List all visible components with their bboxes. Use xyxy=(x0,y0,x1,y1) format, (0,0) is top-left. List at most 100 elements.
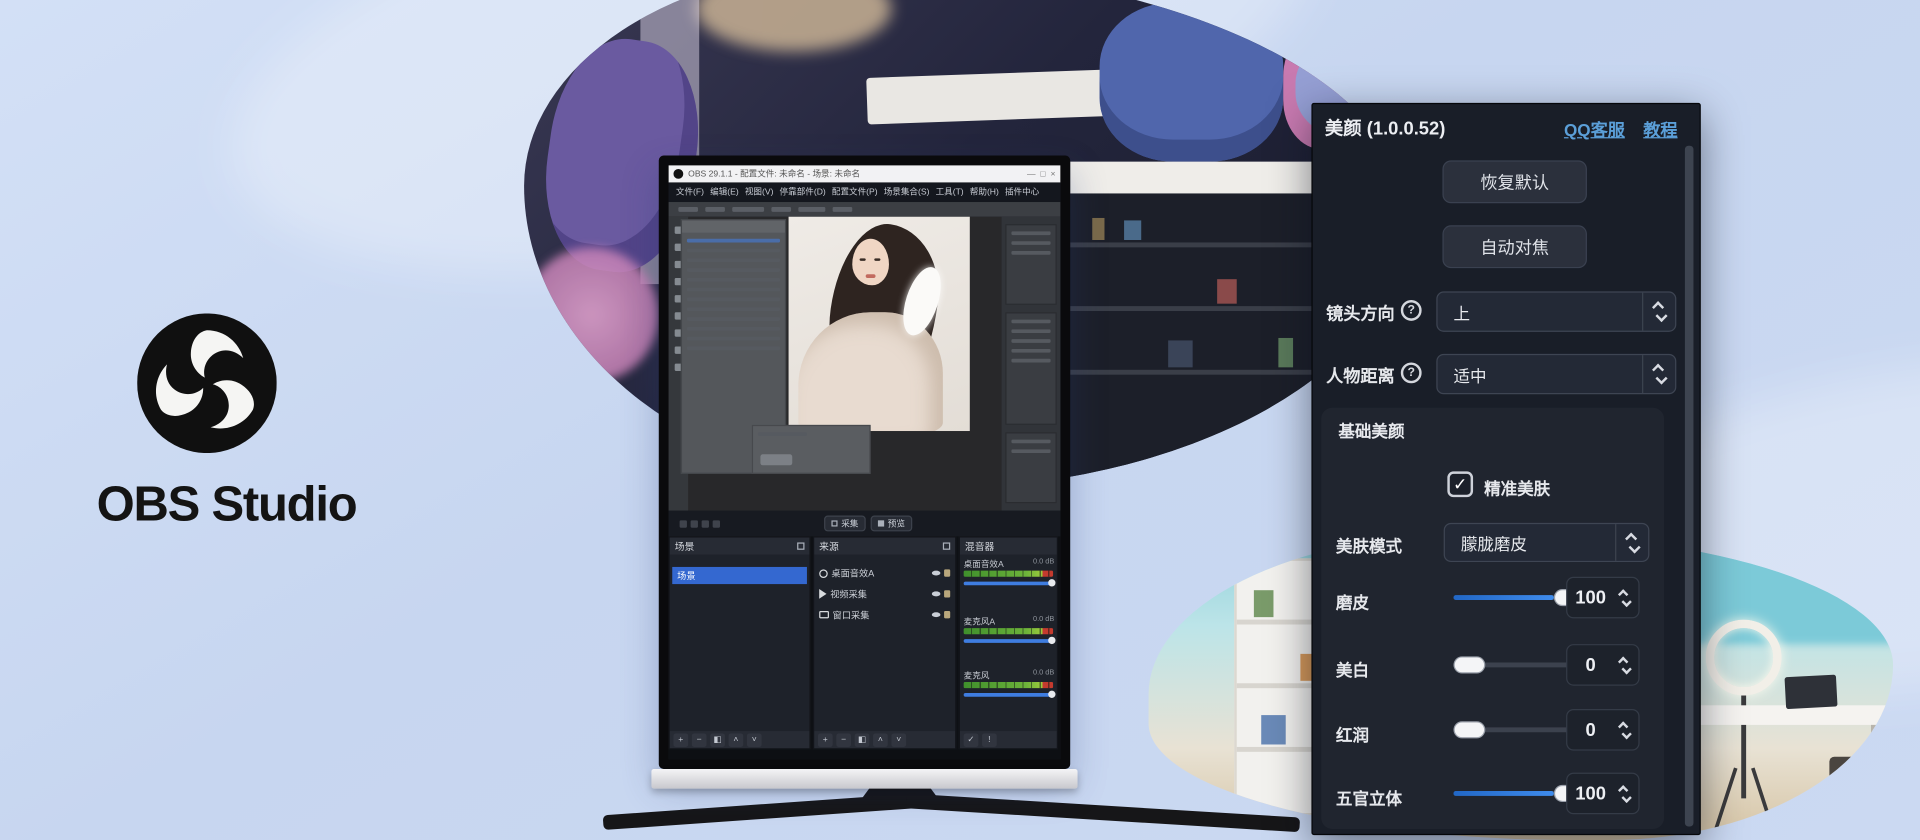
scene-down-button[interactable]: ˅ xyxy=(747,733,762,746)
select-spinner[interactable] xyxy=(1642,355,1675,393)
basic-beauty-section-title: 基础美颜 xyxy=(1338,418,1404,442)
source-down-button[interactable]: ˅ xyxy=(891,733,906,746)
remove-scene-button[interactable]: − xyxy=(692,733,707,746)
menu-scene-collection[interactable]: 场景集合(S) xyxy=(884,186,930,198)
restore-default-button[interactable]: 恢复默认 xyxy=(1442,160,1586,203)
autofocus-button[interactable]: 自动对焦 xyxy=(1442,225,1586,268)
visibility-eye-icon[interactable] xyxy=(932,571,941,576)
mixer-channel-name: 麦克风 xyxy=(964,670,990,682)
source-label: 视频采集 xyxy=(830,587,867,600)
smoothing-label: 磨皮 xyxy=(1336,589,1369,613)
slider-handle[interactable] xyxy=(1453,656,1485,673)
facial-depth-value-box[interactable]: 100 xyxy=(1566,773,1639,815)
smoothing-value-box[interactable]: 100 xyxy=(1566,577,1639,619)
minimize-button[interactable]: — xyxy=(1027,170,1036,179)
qq-support-link[interactable]: QQ客服 xyxy=(1564,118,1625,142)
mixer-edit-button[interactable]: ✓ xyxy=(964,733,979,746)
select-spinner[interactable] xyxy=(1615,524,1648,561)
camera-direction-select[interactable]: 上 xyxy=(1436,291,1676,331)
obs-window-titlebar: OBS 29.1.1 - 配置文件: 未命名 - 场景: 未命名 — □ × xyxy=(669,165,1061,182)
subject-distance-select[interactable]: 适中 xyxy=(1436,354,1676,394)
lock-icon[interactable] xyxy=(944,611,950,618)
capture-tab[interactable]: 采集 xyxy=(824,516,866,532)
close-button[interactable]: × xyxy=(1050,170,1055,179)
volume-meter xyxy=(964,571,1053,577)
panel-scrollbar[interactable] xyxy=(1685,146,1694,827)
photoshop-workspace xyxy=(669,217,1061,511)
menu-view[interactable]: 视图(V) xyxy=(745,186,774,198)
scenes-toolbar: + − ◧ ˄ ˅ xyxy=(670,731,810,748)
add-scene-button[interactable]: + xyxy=(673,733,688,746)
dock-panes-icon xyxy=(797,542,804,549)
sources-dock: 来源 桌面音效A 视频采集 xyxy=(813,536,956,749)
menu-plugin-center[interactable]: 插件中心 xyxy=(1005,186,1039,198)
sources-dock-title: 来源 xyxy=(819,539,839,552)
select-spinner[interactable] xyxy=(1642,293,1675,331)
rosy-value-box[interactable]: 0 xyxy=(1566,709,1639,751)
promo-canvas: OBS Studio OBS 29.1.1 - 配置文件: 未命名 - 场景: … xyxy=(0,0,1920,840)
window-source-icon xyxy=(819,611,829,618)
scene-item-selected[interactable]: 场景 xyxy=(672,567,807,584)
value-stepper[interactable] xyxy=(1614,784,1638,802)
volume-slider-handle[interactable] xyxy=(1048,691,1055,698)
mixer-advanced-button[interactable]: ! xyxy=(982,733,997,746)
volume-slider-handle[interactable] xyxy=(1048,637,1055,644)
volume-slider[interactable] xyxy=(964,582,1053,586)
add-source-button[interactable]: + xyxy=(818,733,833,746)
slider-handle[interactable] xyxy=(1453,721,1485,738)
value-stepper[interactable] xyxy=(1614,656,1638,674)
monitor-chin xyxy=(651,769,1077,789)
photoshop-options-bar xyxy=(669,202,1061,217)
sources-toolbar: + − ◧ ˄ ˅ xyxy=(814,731,955,748)
whitening-value: 0 xyxy=(1567,654,1614,675)
menu-file[interactable]: 文件(F) xyxy=(676,186,704,198)
volume-meter xyxy=(964,682,1053,688)
volume-slider-handle[interactable] xyxy=(1048,579,1055,586)
portrait-face xyxy=(852,239,889,286)
value-stepper[interactable] xyxy=(1614,721,1638,739)
whitening-value-box[interactable]: 0 xyxy=(1566,644,1639,686)
preview-tab[interactable]: 预览 xyxy=(871,516,913,532)
menu-help[interactable]: 帮助(H) xyxy=(970,186,999,198)
scene-up-button[interactable]: ˄ xyxy=(729,733,744,746)
menu-edit[interactable]: 编辑(E) xyxy=(710,186,739,198)
preview-tab-label: 预览 xyxy=(888,517,905,529)
scenes-dock: 场景 场景 + − ◧ ˄ ˅ xyxy=(669,536,811,749)
volume-slider[interactable] xyxy=(964,639,1053,643)
source-row[interactable]: 窗口采集 xyxy=(817,606,953,623)
obs-logo-icon xyxy=(137,313,277,453)
skin-mode-select[interactable]: 朦胧磨皮 xyxy=(1444,523,1650,562)
video-source-icon xyxy=(819,589,826,599)
subject-distance-value: 适中 xyxy=(1438,362,1642,386)
tutorial-link[interactable]: 教程 xyxy=(1643,118,1677,142)
lock-icon[interactable] xyxy=(944,569,950,576)
source-row[interactable]: 视频采集 xyxy=(817,585,953,602)
menu-profile[interactable]: 配置文件(P) xyxy=(832,186,878,198)
menu-tools[interactable]: 工具(T) xyxy=(936,186,964,198)
smoothing-value: 100 xyxy=(1567,587,1614,608)
value-stepper[interactable] xyxy=(1614,588,1638,606)
help-icon[interactable]: ? xyxy=(1401,300,1422,321)
mixer-toolbar: ✓ ! xyxy=(960,731,1057,748)
help-icon[interactable]: ? xyxy=(1401,362,1422,383)
remove-source-button[interactable]: − xyxy=(836,733,851,746)
facial-depth-label: 五官立体 xyxy=(1336,785,1402,809)
menu-docks[interactable]: 停靠部件(D) xyxy=(780,186,826,198)
visibility-eye-icon[interactable] xyxy=(932,591,941,596)
scene-properties-button[interactable]: ◧ xyxy=(710,733,725,746)
obs-menubar: 文件(F) 编辑(E) 视图(V) 停靠部件(D) 配置文件(P) 场景集合(S… xyxy=(669,182,1061,202)
monitor: OBS 29.1.1 - 配置文件: 未命名 - 场景: 未命名 — □ × 文… xyxy=(659,156,1070,769)
collage-gaming-chair-blue xyxy=(1100,2,1284,161)
source-row[interactable]: 桌面音效A xyxy=(817,564,953,581)
source-properties-button[interactable]: ◧ xyxy=(855,733,870,746)
precise-skin-checkbox[interactable]: ✓ xyxy=(1447,471,1473,497)
monitor-stand-leg-left xyxy=(603,793,917,830)
source-up-button[interactable]: ˄ xyxy=(873,733,888,746)
visibility-eye-icon[interactable] xyxy=(932,612,941,617)
dialog-button[interactable] xyxy=(760,454,792,465)
maximize-button[interactable]: □ xyxy=(1040,170,1045,179)
basic-beauty-section: 基础美颜 ✓ 精准美肤 美肤模式 朦胧磨皮 磨皮 100 美白 xyxy=(1321,408,1664,829)
volume-slider[interactable] xyxy=(964,693,1053,697)
lock-icon[interactable] xyxy=(944,590,950,597)
volume-meter xyxy=(964,628,1053,634)
